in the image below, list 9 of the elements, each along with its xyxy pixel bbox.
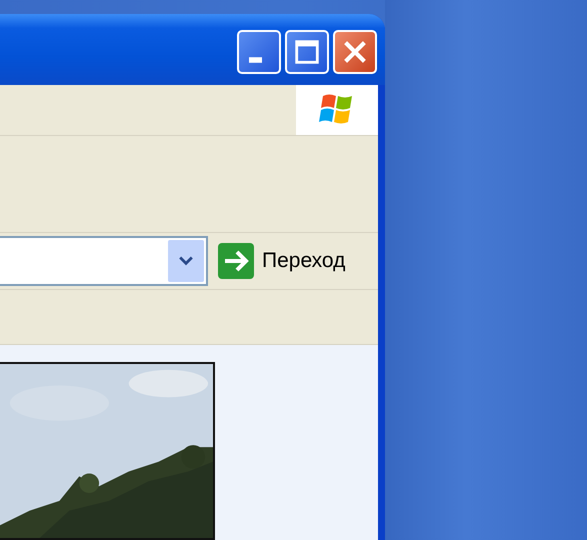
close-button[interactable] [333, 30, 377, 74]
minimize-button[interactable] [237, 30, 281, 74]
address-field[interactable] [0, 236, 208, 286]
chevron-down-icon [179, 256, 193, 266]
arrow-right-icon [218, 243, 254, 279]
maximize-button[interactable] [285, 30, 329, 74]
go-button[interactable]: Переход [218, 243, 346, 279]
minimize-icon [248, 57, 262, 63]
dropdown-button[interactable] [168, 240, 204, 282]
